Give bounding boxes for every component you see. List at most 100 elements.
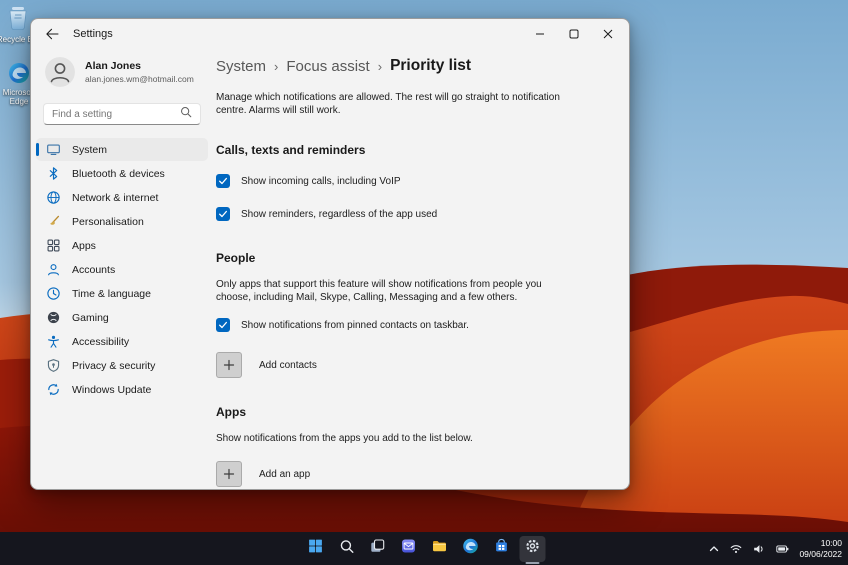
sidebar-item-gaming[interactable]: Gaming <box>36 306 208 329</box>
globe-icon <box>46 190 61 205</box>
sidebar-item-label: Bluetooth & devices <box>72 167 165 180</box>
update-arrows-icon <box>46 382 61 397</box>
clock-date: 09/06/2022 <box>799 548 842 559</box>
section-heading-calls: Calls, texts and reminders <box>216 143 366 157</box>
taskbar-search-button[interactable] <box>334 536 360 562</box>
breadcrumb-focus-assist[interactable]: Focus assist <box>286 58 369 75</box>
breadcrumb: System › Focus assist › Priority list <box>216 57 606 75</box>
page-description: Manage which notifications are allowed. … <box>216 92 560 116</box>
sidebar-item-label: Gaming <box>72 311 109 324</box>
close-button[interactable] <box>591 19 625 49</box>
windows-logo-icon <box>308 538 324 559</box>
sidebar-item-label: Network & internet <box>72 191 159 204</box>
checkbox-label: Show incoming calls, including VoIP <box>241 175 401 187</box>
main-content: System › Focus assist › Priority list Ma… <box>216 49 606 489</box>
breadcrumb-separator: › <box>274 58 279 74</box>
window-title: Settings <box>73 28 113 40</box>
add-contacts-button[interactable] <box>216 352 242 378</box>
people-description: Only apps that support this feature will… <box>216 279 542 303</box>
sidebar-item-label: Privacy & security <box>72 359 156 372</box>
person-icon <box>46 262 61 277</box>
maximize-button[interactable] <box>557 19 591 49</box>
sidebar-item-network-internet[interactable]: Network & internet <box>36 186 208 209</box>
section-heading-people: People <box>216 251 256 265</box>
shield-icon <box>46 358 61 373</box>
breadcrumb-separator: › <box>377 58 383 74</box>
hidden-icons-chevron-icon[interactable] <box>708 543 720 555</box>
search-icon <box>339 539 354 559</box>
volume-icon[interactable] <box>752 542 766 556</box>
battery-icon[interactable] <box>775 542 790 556</box>
sidebar-item-windows-update[interactable]: Windows Update <box>36 378 208 401</box>
desktop: { "desktop": { "icons": [ {"label": "Rec… <box>0 0 848 565</box>
taskbar-center <box>303 532 546 565</box>
apps-description: Show notifications from the apps you add… <box>216 433 473 444</box>
taskbar-clock[interactable]: 10:00 09/06/2022 <box>799 538 842 560</box>
mail-app-button[interactable] <box>396 536 422 562</box>
file-explorer-button[interactable] <box>427 536 453 562</box>
selected-indicator <box>36 143 39 156</box>
checkbox-label: Show reminders, regardless of the app us… <box>241 208 438 220</box>
system-tray: 10:00 09/06/2022 <box>708 532 842 565</box>
gear-icon <box>525 538 541 559</box>
sidebar-item-personalisation[interactable]: Personalisation <box>36 210 208 233</box>
settings-app-button[interactable] <box>519 535 546 562</box>
recycle-bin-icon <box>6 5 30 33</box>
add-app-row: Add an app <box>216 461 606 487</box>
sidebar-item-system[interactable]: System <box>36 138 208 161</box>
start-button[interactable] <box>303 536 329 562</box>
edge-icon <box>8 62 30 86</box>
checkbox-pinned-contacts[interactable] <box>216 318 230 332</box>
mail-icon <box>401 538 417 559</box>
breadcrumb-system[interactable]: System <box>216 58 266 75</box>
wifi-icon[interactable] <box>729 542 743 556</box>
sidebar-item-label: System <box>72 143 108 156</box>
checkbox-row-reminders[interactable]: Show reminders, regardless of the app us… <box>216 207 606 221</box>
sidebar-item-accessibility[interactable]: Accessibility <box>36 330 208 353</box>
bluetooth-icon <box>46 166 61 181</box>
user-account[interactable]: Alan Jones alan.jones.wm@hotmail.com <box>45 57 213 87</box>
sidebar-item-privacy-security[interactable]: Privacy & security <box>36 354 208 377</box>
folder-icon <box>432 538 448 559</box>
checkbox-label: Show notifications from pinned contacts … <box>241 319 469 331</box>
checkbox-row-incoming-calls[interactable]: Show incoming calls, including VoIP <box>216 174 606 188</box>
paintbrush-icon <box>46 214 61 229</box>
search-box[interactable] <box>43 103 201 125</box>
clock-icon <box>46 286 61 301</box>
search-icon <box>180 105 192 123</box>
user-name: Alan Jones <box>85 60 142 72</box>
titlebar[interactable]: Settings <box>31 19 629 49</box>
sidebar-item-label: Accessibility <box>72 335 130 348</box>
sidebar-item-accounts[interactable]: Accounts <box>36 258 208 281</box>
add-app-button[interactable] <box>216 461 242 487</box>
task-view-icon <box>370 538 386 559</box>
system-icon <box>46 142 61 157</box>
sidebar: Alan Jones alan.jones.wm@hotmail.com Sys… <box>31 49 213 489</box>
task-view-button[interactable] <box>365 536 391 562</box>
xbox-icon <box>46 310 61 325</box>
sidebar-item-label: Accounts <box>72 263 116 276</box>
sidebar-item-apps[interactable]: Apps <box>36 234 208 257</box>
checkbox-incoming-calls[interactable] <box>216 174 230 188</box>
checkbox-reminders[interactable] <box>216 207 230 221</box>
search-input[interactable] <box>52 108 180 120</box>
microsoft-store-button[interactable] <box>489 536 515 562</box>
clock-time: 10:00 <box>820 537 842 548</box>
checkbox-row-pinned-contacts[interactable]: Show notifications from pinned contacts … <box>216 318 606 332</box>
edge-browser-button[interactable] <box>458 536 484 562</box>
edge-icon <box>463 538 479 559</box>
back-button[interactable] <box>37 23 67 45</box>
accessibility-icon <box>46 334 61 349</box>
store-bag-icon <box>494 538 510 559</box>
avatar <box>45 57 75 87</box>
sidebar-nav: System Bluetooth & devices Network & int… <box>31 138 213 401</box>
taskbar: 10:00 09/06/2022 <box>0 532 848 565</box>
add-contacts-label: Add contacts <box>259 359 317 371</box>
minimize-button[interactable] <box>523 19 557 49</box>
section-heading-apps: Apps <box>216 405 246 419</box>
add-contacts-row: Add contacts <box>216 352 606 378</box>
sidebar-item-label: Personalisation <box>72 215 144 228</box>
sidebar-item-bluetooth-devices[interactable]: Bluetooth & devices <box>36 162 208 185</box>
sidebar-item-label: Time & language <box>72 287 151 300</box>
sidebar-item-time-language[interactable]: Time & language <box>36 282 208 305</box>
